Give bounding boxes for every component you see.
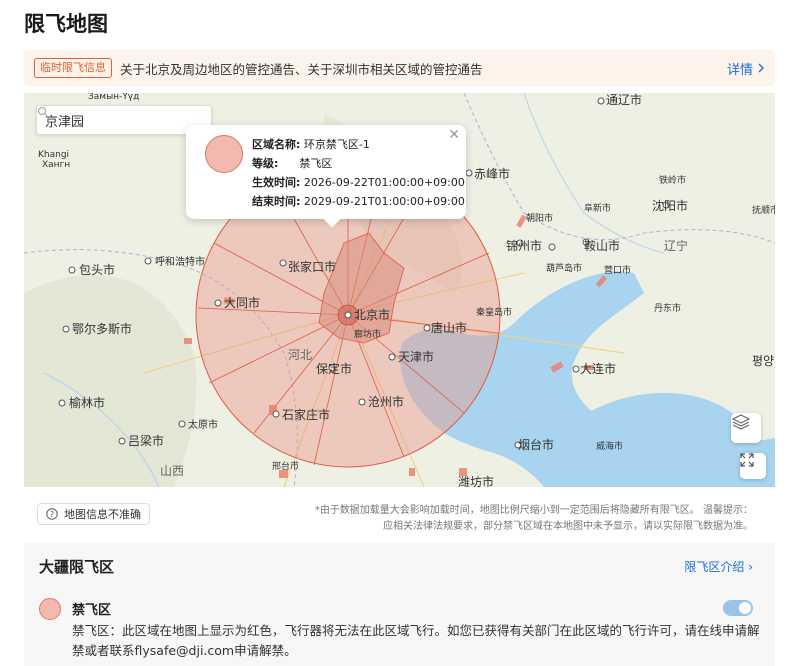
label-hohhot: 呼和浩特市 (155, 255, 205, 268)
label-xingtai: 邢台市 (272, 460, 299, 472)
zone-info-popup: ✕ 区域名称: 环京禁飞区-1 等级: 禁飞区 生效时间: 2026-09-22… (186, 125, 466, 228)
dji-no-fly-section: 大疆限飞区 限飞区介绍 › 禁飞区 禁飞区：此区域在地图上显示为红色，飞行器将无… (24, 543, 775, 666)
no-fly-intro-label: 限飞区介绍 (684, 560, 745, 574)
label-fushun: 抚顺市 (752, 204, 775, 216)
label-ordos: 鄂尔多斯市 (72, 321, 132, 336)
label-lvliang: 吕梁市 (128, 433, 164, 448)
section-title: 大疆限飞区 (39, 558, 115, 576)
notice-details-link[interactable]: 详情 (727, 59, 765, 78)
zone-type-name: 禁飞区 (72, 603, 112, 618)
zone-start-value: 2026-09-22T01:00:00+09:00 (303, 176, 465, 189)
zone-start-key: 生效时间: (252, 176, 301, 189)
chevron-right-icon: › (748, 560, 753, 574)
report-inaccurate-button[interactable]: ? 地图信息不准确 (37, 503, 150, 525)
label-baoding: 保定市 (316, 361, 352, 376)
label-chaoyang: 朝阳市 (526, 212, 553, 224)
label-tangshan: 唐山市 (431, 320, 467, 335)
label-weifang: 潍坊市 (458, 474, 494, 487)
label-jinzhou: 锦州市 (506, 238, 542, 253)
map-search-input[interactable] (45, 112, 203, 128)
label-dalian: 大连市 (580, 361, 616, 376)
label-fuxin: 阜新市 (584, 202, 611, 214)
no-fly-visibility-toggle[interactable] (723, 600, 753, 616)
fullscreen-icon (740, 453, 754, 467)
zone-type-description: 禁飞区：此区域在地图上显示为红色，飞行器将无法在此区域飞行。如您已获得有关部门在… (72, 623, 760, 658)
label-anshan: 鞍山市 (584, 238, 620, 253)
label-baotou: 包头市 (79, 262, 115, 277)
notice-bar: 临时限飞信息 关于北京及周边地区的管控通告、关于深圳市相关区域的管控通告 详情 (24, 50, 775, 86)
svg-text:?: ? (50, 510, 54, 519)
chevron-right-icon (758, 63, 764, 73)
map-disclaimer: *由于数据加载量大会影响加载时间，地图比例尺缩小到一定范围后将隐藏所有限飞区。 … (263, 503, 753, 535)
page-title: 限飞地图 (24, 12, 108, 36)
label-khangi-cyr: Хангн (42, 160, 70, 170)
layers-button[interactable] (731, 413, 761, 443)
label-liaoning: 辽宁 (664, 238, 688, 253)
zone-info-rows: 区域名称: 环京禁飞区-1 等级: 禁飞区 生效时间: 2026-09-22T0… (252, 135, 465, 211)
label-pyongyang: 평양 (752, 354, 774, 368)
label-khangi: Khangi (38, 150, 69, 160)
fullscreen-button[interactable] (740, 453, 766, 479)
label-yingkou: 营口市 (604, 264, 631, 276)
toggle-knob (739, 602, 751, 614)
label-weihai: 威海市 (596, 440, 623, 452)
label-yulin: 榆林市 (69, 395, 105, 410)
disclaimer-line-2: 应相关法律法规要求，部分禁飞区域在本地图中未予显示，请以实际限飞数据为准。 (383, 521, 753, 532)
label-zamyn: Замын-Үүд (88, 93, 139, 102)
layers-icon (731, 414, 751, 430)
zone-level-key: 等级: (252, 157, 279, 170)
zone-name-key: 区域名称: (252, 138, 301, 151)
label-shijiazhuang: 石家庄市 (282, 407, 330, 422)
report-inaccurate-label: 地图信息不准确 (64, 508, 141, 521)
disclaimer-line-1: *由于数据加载量大会影响加载时间，地图比例尺缩小到一定范围后将隐藏所有限飞区。 … (314, 505, 753, 516)
label-cangzhou: 沧州市 (368, 394, 404, 409)
label-yantai: 烟台市 (518, 437, 554, 452)
zone-end-value: 2029-09-21T01:00:00+09:00 (303, 195, 465, 208)
label-hebei: 河北 (288, 348, 312, 362)
notice-details-label: 详情 (726, 62, 753, 78)
label-tieling: 铁岭市 (659, 174, 686, 186)
label-chifeng: 赤峰市 (474, 166, 510, 181)
notice-text[interactable]: 关于北京及周边地区的管控通告、关于深圳市相关区域的管控通告 (120, 59, 727, 78)
no-fly-map[interactable]: Замын-Үүд Khangi Хангн 包头市 呼和浩特市 张家口市 大同… (24, 93, 775, 487)
label-zhangjiakou: 张家口市 (288, 259, 336, 274)
zone-name-value: 环京禁飞区-1 (303, 138, 370, 151)
question-icon: ? (46, 508, 58, 520)
label-shanxi: 山西 (160, 464, 184, 478)
zone-level-value: 禁飞区 (299, 157, 333, 170)
no-fly-color-swatch (39, 598, 61, 620)
label-qinhuangdao: 秦皇岛市 (476, 306, 512, 318)
no-fly-intro-link[interactable]: 限飞区介绍 › (684, 558, 753, 575)
label-shenyang: 沈阳市 (652, 198, 688, 213)
zone-end-key: 结束时间: (252, 195, 301, 208)
label-langfang: 廊坊市 (354, 328, 381, 340)
label-tianjin: 天津市 (398, 349, 434, 364)
label-huludao: 葫芦岛市 (546, 262, 582, 274)
zone-color-swatch (205, 135, 243, 173)
label-taiyuan: 太原市 (188, 418, 218, 431)
label-beijing: 北京市 (354, 307, 390, 322)
label-datong: 大同市 (224, 295, 260, 310)
label-tongliao: 通辽市 (606, 93, 642, 107)
search-icon[interactable] (37, 106, 49, 118)
notice-badge: 临时限飞信息 (34, 58, 112, 78)
label-dandong: 丹东市 (654, 302, 681, 314)
